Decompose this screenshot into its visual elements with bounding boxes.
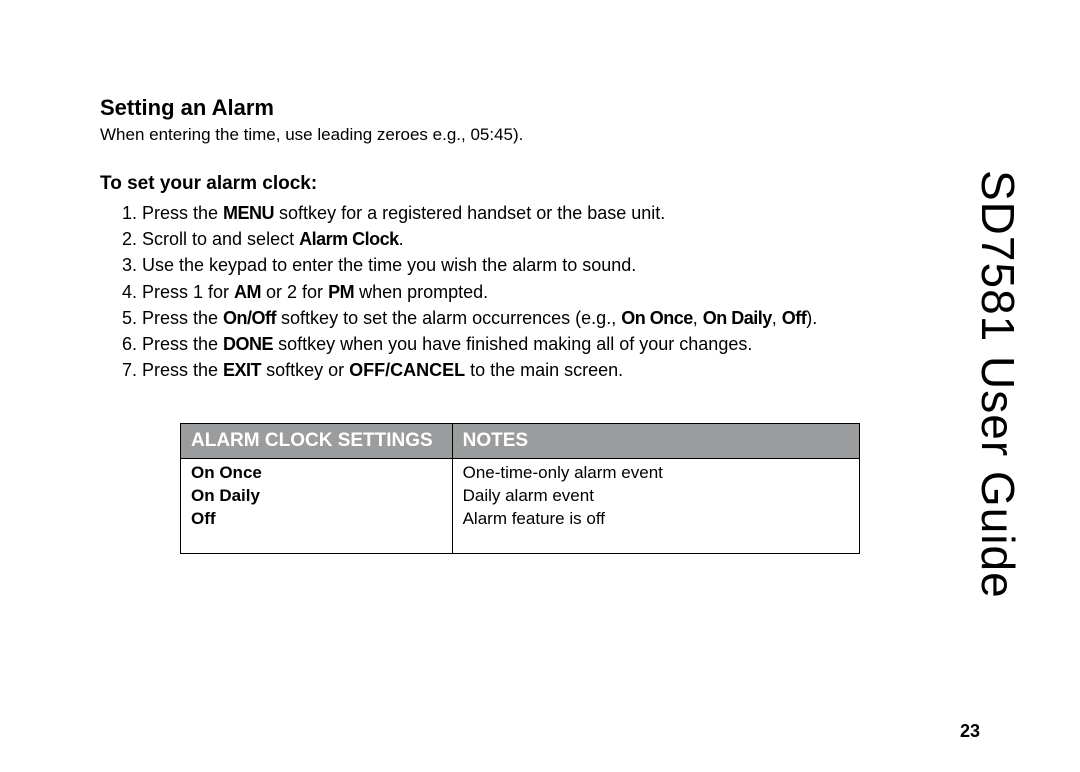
table-wrapper: Alarm Clock Settings Notes On Once On Da…	[180, 423, 860, 554]
bold-alarm-clock: Alarm Clock	[299, 229, 399, 249]
bold-off: Off	[782, 308, 807, 328]
step-2: Scroll to and select Alarm Clock.	[142, 227, 880, 252]
step-7: Press the EXIT softkey or OFF/CANCEL to …	[142, 358, 880, 383]
text: Press the	[142, 360, 223, 380]
bold-done: DONE	[223, 334, 273, 354]
text: Press the	[142, 308, 223, 328]
cell-text: On Once	[191, 463, 262, 482]
cell-text: Daily alarm event	[463, 486, 594, 505]
table-header-row: Alarm Clock Settings Notes	[181, 424, 860, 459]
text: softkey or	[261, 360, 349, 380]
cell-text: Off	[191, 509, 216, 528]
text: Press the	[142, 203, 223, 223]
text: or 2 for	[261, 282, 328, 302]
cell-text: One-time-only alarm event	[463, 463, 663, 482]
bold-ononce: On Once	[621, 308, 693, 328]
bold-am: AM	[234, 282, 261, 302]
text: softkey for a registered handset or the …	[274, 203, 665, 223]
step-5: Press the On/Off softkey to set the alar…	[142, 306, 880, 331]
bold-ondaily: On Daily	[703, 308, 772, 328]
subheading: To set your alarm clock:	[100, 173, 880, 195]
text: Press 1 for	[142, 282, 234, 302]
step-1: Press the MENU softkey for a registered …	[142, 201, 880, 226]
text: softkey to set the alarm occurrences (e.…	[276, 308, 621, 328]
side-title: SD7581 User Guide	[971, 170, 1025, 599]
table-row: On Once On Daily Off One-time-only alarm…	[181, 459, 860, 554]
text: ,	[693, 308, 703, 328]
intro-text: When entering the time, use leading zero…	[100, 125, 880, 145]
text: .	[399, 229, 404, 249]
cell-text: Alarm feature is off	[463, 509, 605, 528]
steps-list: Press the MENU softkey for a registered …	[100, 201, 880, 383]
text: to the main screen.	[465, 360, 623, 380]
table-header-settings: Alarm Clock Settings	[181, 424, 453, 459]
table-header-notes: Notes	[452, 424, 859, 459]
content-area: Setting an Alarm When entering the time,…	[100, 95, 880, 554]
settings-table: Alarm Clock Settings Notes On Once On Da…	[180, 423, 860, 554]
page: Setting an Alarm When entering the time,…	[0, 0, 1080, 772]
text: softkey when you have finished making al…	[273, 334, 752, 354]
cell-text: On Daily	[191, 486, 260, 505]
table-cell-settings: On Once On Daily Off	[181, 459, 453, 554]
table-cell-notes: One-time-only alarm event Daily alarm ev…	[452, 459, 859, 554]
text: ).	[806, 308, 817, 328]
text: when prompted.	[354, 282, 488, 302]
side-title-rest: User Guide	[972, 342, 1024, 598]
bold-pm: PM	[328, 282, 354, 302]
step-4: Press 1 for AM or 2 for PM when prompted…	[142, 280, 880, 305]
page-number: 23	[960, 721, 980, 742]
text: Press the	[142, 334, 223, 354]
text: Use the keypad to enter the time you wis…	[142, 255, 636, 275]
step-6: Press the DONE softkey when you have fin…	[142, 332, 880, 357]
bold-menu: MENU	[223, 203, 274, 223]
bold-offcancel: OFF/CANCEL	[349, 360, 465, 380]
section-title: Setting an Alarm	[100, 95, 880, 121]
side-title-model: SD7581	[972, 170, 1024, 342]
bold-exit: EXIT	[223, 360, 261, 380]
text: Scroll to and select	[142, 229, 299, 249]
text: ,	[772, 308, 782, 328]
bold-onoff: On/Off	[223, 308, 276, 328]
step-3: Use the keypad to enter the time you wis…	[142, 253, 880, 278]
